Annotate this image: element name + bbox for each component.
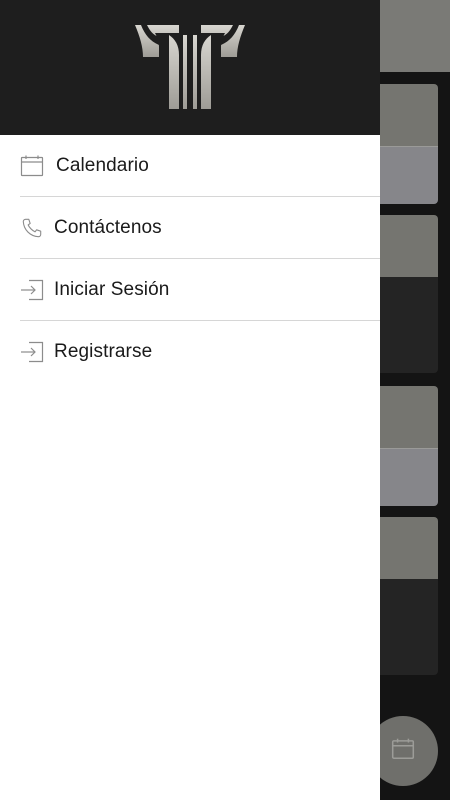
login-icon <box>20 278 44 302</box>
menu-item-label: Iniciar Sesión <box>54 278 170 300</box>
drawer-menu: Calendario Contáctenos Iniciar Sesión Re… <box>0 135 380 382</box>
login-icon <box>20 340 44 364</box>
menu-item-label: Calendario <box>56 154 149 176</box>
menu-item-label: Registrarse <box>54 340 153 362</box>
phone-icon <box>20 216 44 240</box>
menu-item-registrarse[interactable]: Registrarse <box>20 321 380 382</box>
brand-logo <box>135 24 245 109</box>
calendar-icon <box>390 736 416 767</box>
calendar-icon <box>20 154 44 178</box>
menu-item-label: Contáctenos <box>54 216 162 238</box>
menu-item-iniciar-sesion[interactable]: Iniciar Sesión <box>20 259 380 321</box>
navigation-drawer: Calendario Contáctenos Iniciar Sesión Re… <box>0 0 380 800</box>
menu-item-contactenos[interactable]: Contáctenos <box>20 197 380 259</box>
drawer-header <box>0 0 380 135</box>
menu-item-calendario[interactable]: Calendario <box>20 135 380 197</box>
